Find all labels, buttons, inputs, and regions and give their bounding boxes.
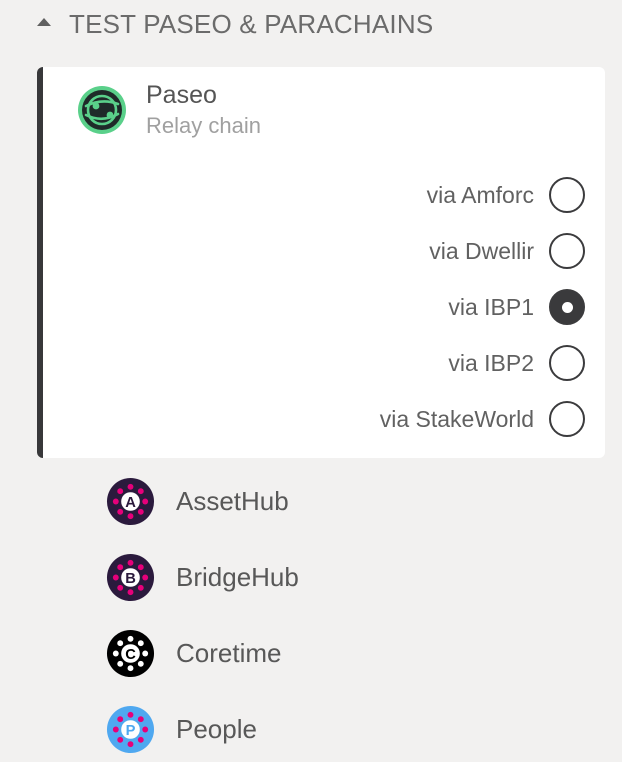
provider-label: via IBP1 — [448, 293, 534, 320]
parachain-label: People — [176, 713, 257, 744]
provider-label: via Amforc — [426, 181, 534, 208]
radio-button[interactable] — [549, 233, 585, 269]
svg-text:B: B — [125, 570, 136, 586]
radio-dot — [561, 301, 573, 313]
radio-button[interactable] — [549, 345, 585, 381]
radio-button[interactable] — [549, 401, 585, 437]
paseo-logo-icon — [78, 86, 126, 134]
people-logo-icon: P — [106, 705, 155, 753]
triangle-up-icon[interactable] — [36, 17, 52, 27]
svg-text:C: C — [125, 646, 136, 662]
provider-label: via Dwellir — [429, 237, 534, 264]
parachain-label: BridgeHub — [176, 561, 299, 592]
section-header[interactable]: TEST PASEO & PARACHAINS — [0, 0, 622, 52]
parachain-label: Coretime — [176, 637, 282, 668]
parachain-label: AssetHub — [176, 485, 289, 516]
parachain-item-people[interactable]: P People — [106, 704, 606, 754]
parachain-selector-panel: TEST PASEO & PARACHAINS Paseo Relay chai… — [0, 0, 622, 762]
section-title: TEST PASEO & PARACHAINS — [69, 9, 434, 39]
parachain-item-coretime[interactable]: C Coretime — [106, 628, 606, 678]
provider-option-amforc[interactable]: via Amforc — [427, 173, 585, 217]
provider-option-stakeworld[interactable]: via StakeWorld — [380, 397, 585, 441]
assethub-logo-icon: A — [106, 477, 155, 525]
relay-chain-subtitle: Relay chain — [146, 113, 261, 138]
relay-chain-card: Paseo Relay chain via Amforc via Dwellir… — [37, 67, 605, 458]
parachain-item-assethub[interactable]: A AssetHub — [106, 476, 606, 526]
provider-option-ibp2[interactable]: via IBP2 — [448, 341, 585, 385]
radio-button[interactable] — [549, 177, 585, 213]
provider-label: via StakeWorld — [379, 405, 534, 432]
provider-option-ibp1[interactable]: via IBP1 — [448, 285, 585, 329]
svg-text:A: A — [125, 494, 136, 510]
radio-button-selected[interactable] — [549, 289, 585, 325]
bridgehub-logo-icon: B — [106, 553, 155, 601]
parachain-item-bridgehub[interactable]: B BridgeHub — [106, 552, 606, 602]
svg-text:P: P — [126, 722, 136, 738]
provider-label: via IBP2 — [448, 349, 534, 376]
provider-option-dwellir[interactable]: via Dwellir — [429, 229, 585, 273]
coretime-logo-icon: C — [106, 629, 155, 677]
relay-chain-name: Paseo — [146, 81, 217, 109]
